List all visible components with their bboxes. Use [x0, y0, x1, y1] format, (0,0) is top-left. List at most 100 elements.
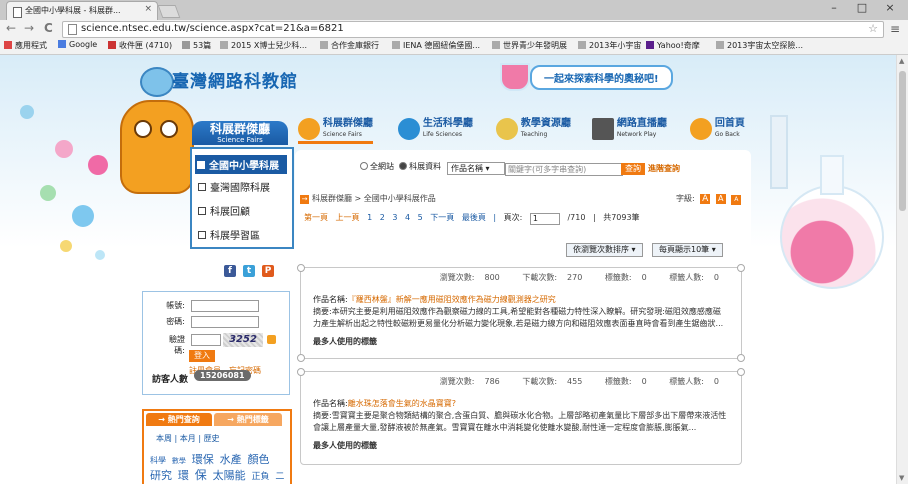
- nav-teaching[interactable]: 教學資源廳 Teaching: [496, 118, 571, 140]
- forward-icon[interactable]: →: [24, 21, 34, 35]
- result-title-link[interactable]: 離水珠怎落會生氣的水晶寶寶?: [348, 399, 456, 408]
- minimize-button[interactable]: –: [820, 0, 848, 18]
- flask-neck-icon: [820, 155, 844, 195]
- vertical-scrollbar[interactable]: ▲ ▼: [896, 55, 908, 484]
- visitors-label: 訪客人數: [152, 375, 189, 385]
- close-window-button[interactable]: ×: [876, 0, 904, 18]
- per-page-select[interactable]: 每頁顯示10筆 ▾: [652, 243, 723, 257]
- first-page-link[interactable]: 第一頁: [304, 213, 328, 222]
- bookmark-item[interactable]: 合作金庫銀行: [320, 40, 379, 51]
- tag-link[interactable]: 太陽能: [213, 469, 246, 482]
- corner-dot: [297, 264, 305, 272]
- scope-data[interactable]: 科展資料: [399, 162, 441, 171]
- tag-link[interactable]: 顏色: [248, 453, 270, 466]
- tab-hot-query[interactable]: → 熱門查詢: [146, 413, 212, 426]
- slogan-banner: 一起來探索科學的奧秘吧!: [530, 65, 673, 90]
- tag-link[interactable]: 保: [195, 468, 207, 482]
- facebook-icon[interactable]: f: [224, 265, 236, 277]
- tag-link[interactable]: 正負: [252, 472, 270, 482]
- font-small-button[interactable]: A: [731, 195, 742, 205]
- login-button[interactable]: 登入: [189, 350, 215, 362]
- bookmark-item[interactable]: 應用程式: [4, 40, 47, 51]
- sidebar-item-international-fair[interactable]: 臺灣國際科展: [198, 179, 270, 194]
- page-icon: [492, 41, 500, 49]
- tag-cloud: 科學 數學 環保 水產 顏色 研究 環 保 太陽能 正負 二度 C 長命: [150, 453, 286, 484]
- period-history[interactable]: 歷史: [204, 434, 220, 443]
- refresh-captcha-icon[interactable]: [267, 335, 276, 344]
- sort-order-select[interactable]: 依瀏覽次數排序 ▾: [566, 243, 643, 257]
- font-medium-button[interactable]: A: [715, 194, 726, 204]
- page-select[interactable]: 1: [529, 213, 560, 225]
- period-month[interactable]: 本月: [180, 434, 196, 443]
- font-large-button[interactable]: A: [700, 194, 711, 204]
- result-title-link[interactable]: 『羅西林盤』新解一應用磁阻效應作為磁力線觀測器之研究: [348, 295, 556, 304]
- tag-link[interactable]: 研究: [150, 469, 172, 482]
- field-select[interactable]: 作品名稱 ▾: [447, 162, 505, 175]
- scroll-up-icon[interactable]: ▲: [899, 57, 904, 65]
- breadcrumb-root[interactable]: 科展群傑廳: [312, 194, 352, 203]
- bookmark-item[interactable]: 2013年小宇宙: [578, 40, 641, 51]
- tag-link[interactable]: 環: [178, 469, 189, 482]
- nav-science-fairs[interactable]: 科展群傑廳 Science Fairs: [298, 118, 373, 144]
- page-icon: [578, 41, 586, 49]
- star-icon[interactable]: ☆: [868, 22, 878, 35]
- account-input[interactable]: [191, 300, 259, 312]
- back-icon[interactable]: ←: [6, 21, 16, 35]
- close-icon[interactable]: ×: [144, 4, 152, 14]
- most-used-tags: 最多人使用的標籤: [313, 441, 377, 450]
- twitter-icon[interactable]: t: [243, 265, 255, 277]
- bookmark-item[interactable]: Yahoo!奇摩: [646, 40, 700, 51]
- scroll-thumb[interactable]: [899, 71, 906, 211]
- advanced-search-link[interactable]: 進階查詢: [648, 163, 680, 174]
- tag-link[interactable]: 環保: [192, 453, 214, 466]
- browser-tab[interactable]: 全國中小學科展 - 科展群... ×: [6, 1, 158, 21]
- scroll-down-icon[interactable]: ▼: [899, 474, 904, 482]
- tag-link[interactable]: 水產: [220, 453, 242, 466]
- maximize-button[interactable]: □: [848, 0, 876, 18]
- sidebar-item-label: 科展回顧: [210, 207, 250, 218]
- prev-page-link[interactable]: 上一頁: [336, 213, 360, 222]
- new-tab-button[interactable]: [157, 5, 181, 18]
- reload-icon[interactable]: C: [44, 21, 53, 35]
- page-link[interactable]: 2: [380, 213, 385, 222]
- nav-go-back[interactable]: 回首頁 Go Back: [690, 118, 745, 140]
- bookmark-item[interactable]: 世界青少年發明展: [492, 40, 567, 51]
- page-link[interactable]: 4: [405, 213, 410, 222]
- bookmark-item[interactable]: Google: [58, 40, 97, 49]
- password-input[interactable]: [191, 316, 259, 328]
- next-page-link[interactable]: 下一頁: [430, 213, 454, 222]
- bookmark-item[interactable]: 收件匣 (4710): [108, 40, 172, 51]
- bookmark-item[interactable]: IENA 德國紐倫堡國...: [392, 40, 480, 51]
- plurk-icon[interactable]: P: [262, 265, 274, 277]
- captcha-input[interactable]: [191, 334, 221, 346]
- url-input[interactable]: science.ntsec.edu.tw/science.aspx?cat=21…: [62, 21, 884, 38]
- tab-hot-tags[interactable]: → 熱門標籤: [214, 413, 282, 426]
- period-week[interactable]: 本周: [156, 434, 172, 443]
- sidebar-item-review[interactable]: 科展回顧: [198, 203, 250, 218]
- google-icon: [58, 40, 66, 48]
- mascot-eye: [134, 120, 152, 138]
- nav-label: 回首頁: [714, 118, 745, 129]
- nav-life-sciences[interactable]: 生活科學廳 Life Sciences: [398, 118, 473, 140]
- bubble-decoration: [40, 185, 56, 201]
- bookmark-item[interactable]: 2013宇宙太空探險...: [716, 40, 803, 51]
- page-link[interactable]: 1: [367, 213, 372, 222]
- keyword-input[interactable]: 關鍵字(可多字串查詢): [505, 163, 623, 176]
- tag-link[interactable]: 數學: [172, 457, 186, 465]
- page-link[interactable]: 5: [418, 213, 423, 222]
- page-link[interactable]: 3: [392, 213, 397, 222]
- nav-sub: Teaching: [520, 131, 548, 138]
- nav-network-play[interactable]: 網路直播廳 Network Play: [592, 118, 667, 140]
- sidebar-item-learning[interactable]: 科展學習區: [198, 227, 260, 242]
- query-button[interactable]: 查詢: [621, 163, 645, 175]
- bookmark-item[interactable]: 53篇: [182, 40, 211, 51]
- last-page-link[interactable]: 最後頁: [462, 213, 486, 222]
- tag-link[interactable]: 科學: [150, 456, 166, 465]
- site-logo[interactable]: 臺灣網路科教館: [172, 67, 298, 92]
- sidebar-item-national-fair[interactable]: 全國中小學科展: [195, 155, 287, 174]
- scope-site[interactable]: 全網站: [360, 162, 394, 171]
- page-icon: [220, 41, 228, 49]
- bookmark-item[interactable]: 2015 X博士兒少科...: [220, 40, 307, 51]
- menu-icon[interactable]: ≡: [890, 22, 900, 36]
- search-scope: 全網站 科展資料: [360, 161, 441, 172]
